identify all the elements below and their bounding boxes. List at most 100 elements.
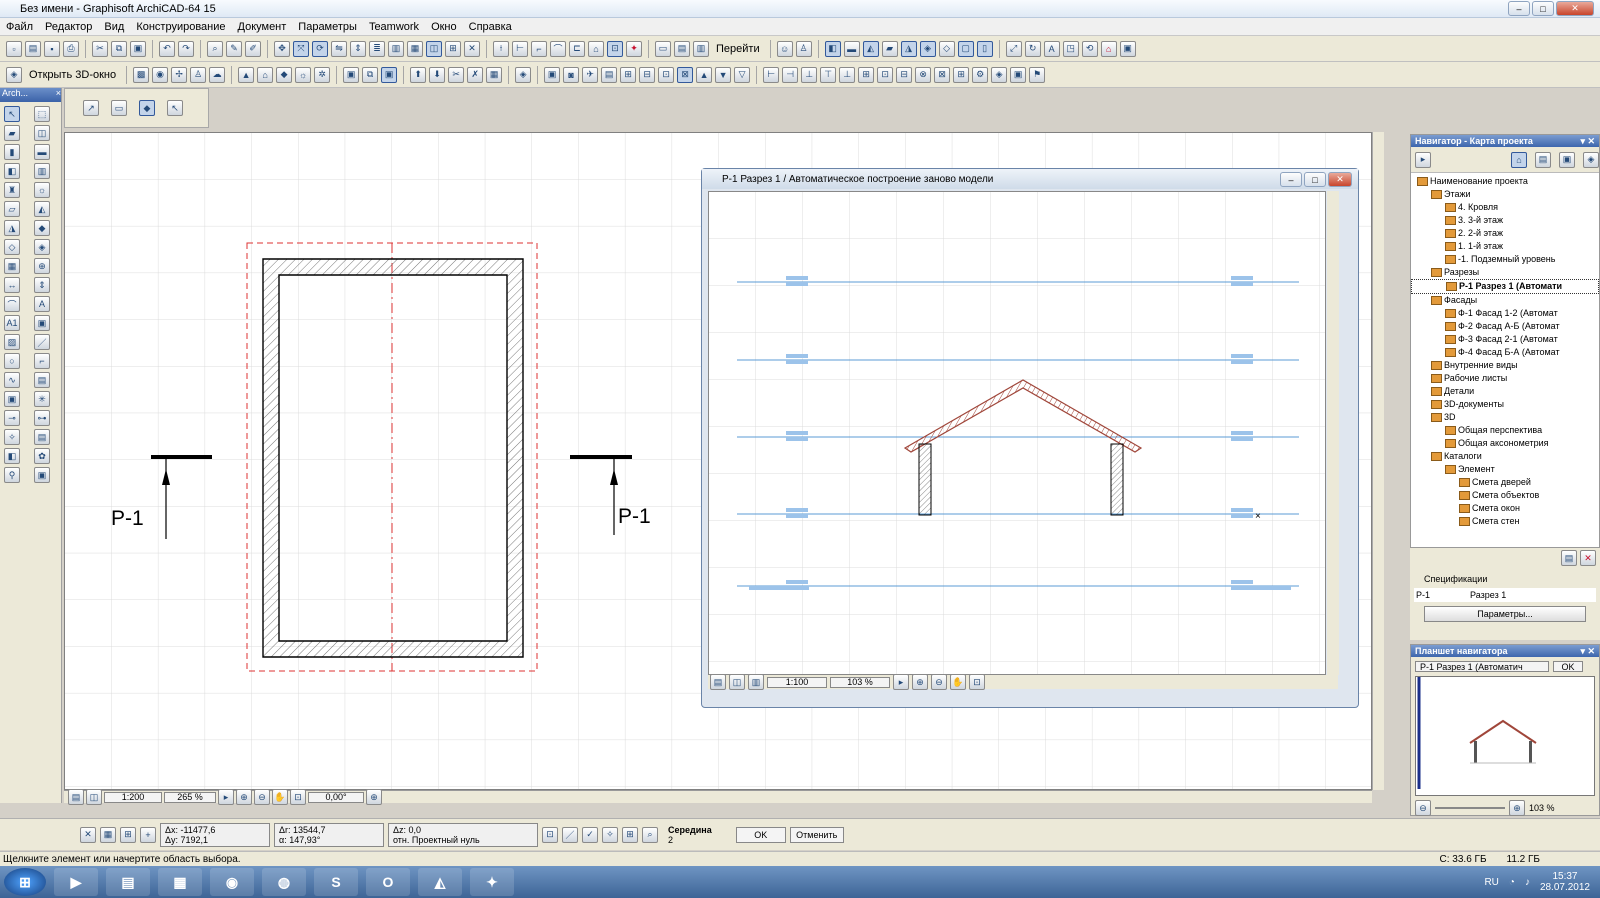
goto-button[interactable]: Перейти xyxy=(712,43,764,55)
chair-tool-icon[interactable]: ♜ xyxy=(4,182,20,198)
close-button[interactable]: ✕ xyxy=(1556,1,1594,16)
start-button[interactable]: ⊞ xyxy=(4,868,46,896)
camera-tool-icon[interactable]: ⚲ xyxy=(4,467,20,483)
tree-item[interactable]: Ф-2 Фасад А-Б (Автомат xyxy=(1411,320,1599,333)
tree-item[interactable]: -1. Подземный уровень xyxy=(1411,253,1599,266)
tree-item[interactable]: 3D-документы xyxy=(1411,398,1599,411)
fillet-icon[interactable]: ⌒ xyxy=(550,40,566,57)
slab-tool-icon[interactable]: ▱ xyxy=(4,201,20,217)
plan-zoom[interactable]: 265 % xyxy=(164,791,216,803)
interior-elevation-tool-icon[interactable]: ✧ xyxy=(4,429,20,445)
print-icon[interactable]: ⎙ xyxy=(63,40,79,57)
favorites-icon[interactable]: ▣ xyxy=(1010,66,1027,83)
guide-icon[interactable]: ／ xyxy=(562,826,578,843)
column-tool-icon[interactable]: ▮ xyxy=(4,144,20,160)
tree-item[interactable]: Фасады xyxy=(1411,294,1599,307)
cube-icon[interactable]: ▩ xyxy=(133,66,150,83)
trace-icon[interactable]: ◫ xyxy=(426,40,442,57)
shade-icon[interactable]: ◆ xyxy=(276,66,293,83)
new-file-icon[interactable]: ▫ xyxy=(6,40,22,57)
find-select-icon[interactable]: ⌕ xyxy=(207,40,223,57)
syringe-icon[interactable]: ✐ xyxy=(245,40,261,57)
play-icon[interactable]: ▸ xyxy=(218,789,234,805)
rotate-icon[interactable]: ⟳ xyxy=(312,40,328,57)
display-wall-icon[interactable]: ◧ xyxy=(824,40,841,57)
cross-icon[interactable]: ✗ xyxy=(467,66,484,83)
box-icon[interactable]: ▲ xyxy=(238,66,255,83)
save-icon[interactable]: ▪ xyxy=(44,40,60,57)
section-layer-icon[interactable]: ◫ xyxy=(729,674,745,690)
section-maximize-button[interactable]: □ xyxy=(1304,172,1326,187)
object-tool-icon[interactable]: ▣ xyxy=(34,467,50,483)
menu-teamwork[interactable]: Teamwork xyxy=(363,21,425,33)
navigator-close-icon[interactable]: ▾ ✕ xyxy=(1580,136,1595,147)
send-down-icon[interactable]: ▽ xyxy=(734,66,751,83)
axis-icon[interactable]: ✢ xyxy=(171,66,188,83)
marquee-tool-icon[interactable]: ⬚ xyxy=(34,106,50,122)
tree-item[interactable]: 3D xyxy=(1411,411,1599,424)
bring-front-icon[interactable]: ▲ xyxy=(696,66,713,83)
walk-3d-icon[interactable]: ♙ xyxy=(190,66,207,83)
section-minimize-button[interactable]: – xyxy=(1280,172,1302,187)
pan-icon[interactable]: ✋ xyxy=(272,789,288,805)
menu-file[interactable]: Файл xyxy=(0,21,39,33)
tree-item[interactable]: Этажи xyxy=(1411,188,1599,201)
plan-scale[interactable]: 1:200 xyxy=(104,791,162,803)
menu-help[interactable]: Справка xyxy=(463,21,518,33)
figure-tool-icon[interactable]: ▤ xyxy=(34,372,50,388)
zoom-fit-icon[interactable]: ⤢ xyxy=(1005,40,1022,57)
pen-set-icon[interactable]: ▥ xyxy=(388,40,404,57)
abc-icon[interactable]: A xyxy=(1043,40,1060,57)
menu-view[interactable]: Вид xyxy=(98,21,130,33)
mini-zoom-in-icon[interactable]: ⊕ xyxy=(1509,800,1525,816)
table-icon[interactable]: ⊞ xyxy=(445,40,461,57)
plan-vertical-scrollbar[interactable] xyxy=(1372,132,1384,790)
section-icon[interactable]: ▥ xyxy=(693,40,709,57)
layout-book-icon[interactable]: ▣ xyxy=(1559,151,1575,168)
distribute-icon[interactable]: ⊟ xyxy=(639,66,656,83)
menu-document[interactable]: Документ xyxy=(232,21,293,33)
tree-item[interactable]: Смета объектов xyxy=(1411,489,1599,502)
display-window-icon[interactable]: ▢ xyxy=(957,40,974,57)
arrow-selection-icon[interactable]: ↗ xyxy=(83,100,99,116)
fill-tool-icon[interactable]: ▨ xyxy=(4,334,20,350)
rectangle-selection-icon[interactable]: ▭ xyxy=(111,100,127,116)
menu-edit[interactable]: Редактор xyxy=(39,21,98,33)
magic-wand-icon[interactable]: ✦ xyxy=(626,40,642,57)
tree-item[interactable]: Детали xyxy=(1411,385,1599,398)
circle-tool-icon[interactable]: ○ xyxy=(4,353,20,369)
tree-item[interactable]: Смета окон xyxy=(1411,502,1599,515)
wall-section-right[interactable] xyxy=(1110,443,1124,516)
roof-tool-icon[interactable]: ◭ xyxy=(34,201,50,217)
tree-item[interactable]: Ф-3 Фасад 2-1 (Автомат xyxy=(1411,333,1599,346)
stretch-icon[interactable]: ⊡ xyxy=(658,66,675,83)
section-pan-icon[interactable]: ✋ xyxy=(950,674,966,690)
photo-icon[interactable]: ◙ xyxy=(563,66,580,83)
hotspot-tool-icon[interactable]: ✳ xyxy=(34,391,50,407)
minimize-button[interactable]: – xyxy=(1508,1,1530,16)
coord-cancel-button[interactable]: Отменить xyxy=(789,826,844,843)
capture-icon[interactable]: ◳ xyxy=(1062,40,1079,57)
archicad-task-icon[interactable]: ◭ xyxy=(418,868,462,896)
delete-view-icon[interactable]: ✕ xyxy=(1580,550,1596,566)
text-tool-icon[interactable]: A xyxy=(34,296,50,312)
house-icon[interactable]: ⌂ xyxy=(588,40,604,57)
split-icon[interactable]: ⟊ xyxy=(493,40,509,57)
offset-icon[interactable]: ⊏ xyxy=(569,40,585,57)
morph-tool-icon[interactable]: ◈ xyxy=(34,239,50,255)
firefox-icon[interactable]: ◍ xyxy=(262,868,306,896)
render-icon[interactable]: ▣ xyxy=(544,66,561,83)
fly-icon[interactable]: ✈ xyxy=(582,66,599,83)
tree-item[interactable]: Ф-4 Фасад Б-А (Автомат xyxy=(1411,346,1599,359)
drawing-tool-icon[interactable]: ▣ xyxy=(4,391,20,407)
snap-grid-icon[interactable]: ▦ xyxy=(100,826,116,843)
align-bottom-icon[interactable]: ⊥ xyxy=(839,66,856,83)
unlock-icon[interactable]: ⊟ xyxy=(896,66,913,83)
copy-icon[interactable]: ⧉ xyxy=(111,40,127,57)
tree-item[interactable]: Общая перспектива xyxy=(1411,424,1599,437)
skylight-tool-icon[interactable]: ◆ xyxy=(34,220,50,236)
acrobat-icon[interactable]: ✦ xyxy=(470,868,514,896)
maximize-button[interactable]: □ xyxy=(1532,1,1554,16)
zone-tool-icon[interactable]: ⊕ xyxy=(34,258,50,274)
section-pen-icon[interactable]: ▥ xyxy=(748,674,764,690)
